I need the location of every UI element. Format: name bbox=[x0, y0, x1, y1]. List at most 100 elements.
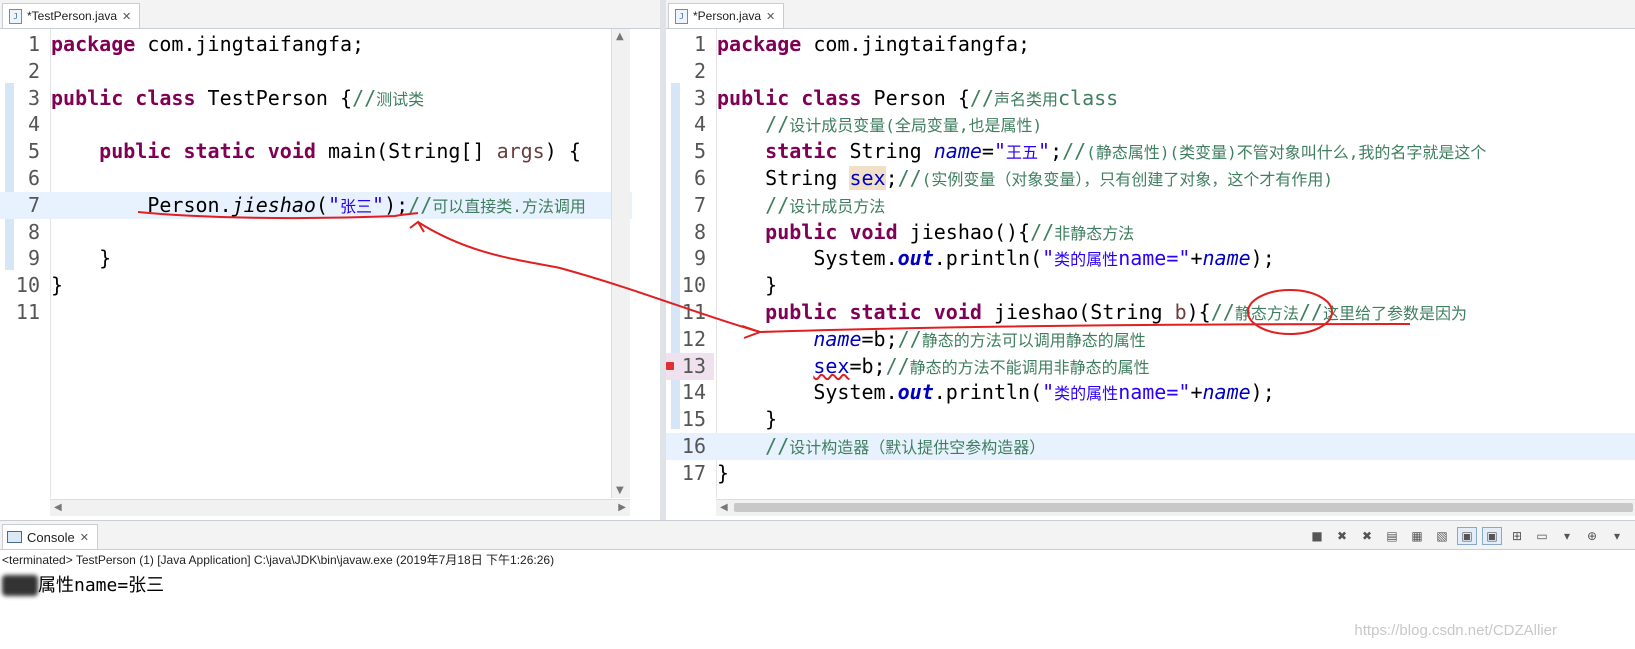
scroll-down-icon[interactable]: ▼ bbox=[616, 485, 624, 496]
code-token: 静态的方法可以调用静态的属性 bbox=[921, 330, 1146, 350]
line-number: 8 bbox=[27, 219, 40, 244]
dropdown-icon[interactable]: ▾ bbox=[1557, 527, 1577, 545]
horizontal-scrollbar[interactable]: ◀ bbox=[716, 499, 1635, 516]
line-number: 5 bbox=[693, 139, 706, 164]
code-area[interactable]: 1 package com.jingtaifangfa; 2 3 public clas… bbox=[666, 29, 1635, 498]
scroll-right-icon[interactable]: ▶ bbox=[618, 502, 626, 513]
code-token: } bbox=[717, 273, 778, 298]
code-line[interactable]: 4 bbox=[0, 111, 632, 138]
code-line[interactable]: 12 name=b;//静态的方法可以调用静态的属性 bbox=[666, 326, 1635, 353]
line-number: 13 bbox=[681, 353, 706, 378]
code-line[interactable]: 6 bbox=[0, 165, 632, 192]
code-token: } bbox=[51, 273, 64, 298]
close-icon[interactable]: ✕ bbox=[122, 10, 131, 23]
clear-console-icon[interactable]: ▤ bbox=[1382, 527, 1402, 545]
code-line[interactable]: 11 bbox=[0, 299, 632, 326]
code-line[interactable]: 9 System.out.println("类的属性name="+name); bbox=[666, 245, 1635, 272]
tab-person-java[interactable]: J *Person.java ✕ bbox=[668, 3, 785, 28]
right-editor-pane: J *Person.java ✕ 1 package com.jingtaifan… bbox=[666, 0, 1635, 520]
code-line[interactable]: 10} bbox=[0, 272, 632, 299]
code-token: public bbox=[765, 300, 838, 324]
close-icon[interactable]: ✕ bbox=[766, 10, 775, 23]
code-token: // bbox=[765, 192, 790, 217]
line-number: 16 bbox=[681, 434, 706, 458]
code-line[interactable]: 7 //设计成员方法 bbox=[666, 192, 1635, 219]
scroll-left-icon[interactable]: ◀ bbox=[720, 502, 728, 513]
code-token: public bbox=[51, 85, 124, 110]
line-number: 3 bbox=[693, 85, 706, 110]
code-line[interactable]: 9 } bbox=[0, 245, 632, 272]
code-line[interactable]: 13 sex=b;//静态的方法不能调用非静态的属性 bbox=[666, 352, 1635, 380]
code-token: // bbox=[1210, 300, 1235, 324]
code-token: 测试类 bbox=[376, 89, 425, 109]
scroll-up-icon[interactable]: ▲ bbox=[616, 31, 624, 42]
code-line[interactable]: 1 package com.jingtaifangfa; bbox=[666, 31, 1635, 58]
open-console-icon[interactable]: ⊕ bbox=[1582, 527, 1602, 545]
remove-launch-icon[interactable]: ✖ bbox=[1332, 527, 1352, 545]
console-tab-label: Console bbox=[27, 529, 75, 545]
code-text: Person.jieshao("张三");//可以直接类.方法调用 bbox=[51, 192, 586, 220]
code-line[interactable]: 3 public class TestPerson {//测试类 bbox=[0, 85, 632, 112]
view-menu-icon[interactable]: ▾ bbox=[1607, 527, 1627, 545]
word-wrap-icon[interactable]: ▧ bbox=[1432, 527, 1452, 545]
code-area[interactable]: 1 package com.jingtaifangfa; 2 3 public clas… bbox=[0, 29, 632, 498]
code-line[interactable]: 16 //设计构造器（默认提供空参构造器） bbox=[666, 433, 1635, 460]
console-view: Console ✕ ■ ✖ ✖ ▤ ▦ ▧ ▣ ▣ ⊞ ▭ ▾ ⊕ ▾ <ter… bbox=[0, 520, 1635, 649]
code-line[interactable]: 10 } bbox=[666, 272, 1635, 299]
pin-console-icon[interactable]: ⊞ bbox=[1507, 527, 1527, 545]
code-line[interactable]: 11 public static void jieshao(String b){… bbox=[666, 299, 1635, 326]
code-line[interactable]: 7 Person.jieshao("张三");//可以直接类.方法调用 bbox=[0, 191, 632, 220]
code-line[interactable]: 14 System.out.println("类的属性name="+name); bbox=[666, 379, 1635, 406]
tab-testperson-java[interactable]: J *TestPerson.java ✕ bbox=[2, 3, 141, 28]
right-code-editor[interactable]: 1 package com.jingtaifangfa; 2 3 public clas… bbox=[666, 29, 1635, 498]
show-on-stdout-icon[interactable]: ▣ bbox=[1457, 527, 1477, 545]
console-output: 类的属性name=张三 bbox=[2, 571, 164, 597]
error-marker-icon[interactable] bbox=[666, 361, 674, 370]
code-text: name=b;//静态的方法可以调用静态的属性 bbox=[717, 326, 1146, 354]
show-on-stderr-icon[interactable]: ▣ bbox=[1482, 527, 1502, 545]
code-token: package bbox=[717, 32, 802, 56]
code-token: " bbox=[1042, 246, 1055, 271]
horizontal-scrollbar[interactable]: ◀ ▶ bbox=[50, 499, 630, 516]
code-line[interactable]: 2 bbox=[0, 58, 632, 85]
code-line[interactable]: 8 public void jieshao(){//非静态方法 bbox=[666, 219, 1635, 246]
console-icon bbox=[7, 531, 22, 543]
code-token: ; bbox=[885, 166, 898, 190]
remove-all-launches-icon[interactable]: ✖ bbox=[1357, 527, 1377, 545]
code-line[interactable]: 4 //设计成员变量(全局变量,也是属性) bbox=[666, 111, 1635, 138]
code-line[interactable]: 1 package com.jingtaifangfa; bbox=[0, 31, 632, 58]
terminate-icon[interactable]: ■ bbox=[1307, 527, 1327, 545]
code-line[interactable]: 17} bbox=[666, 460, 1635, 487]
display-console-icon[interactable]: ▭ bbox=[1532, 527, 1552, 545]
close-icon[interactable]: ✕ bbox=[80, 531, 89, 544]
code-line[interactable]: 2 bbox=[666, 58, 1635, 85]
scroll-left-icon[interactable]: ◀ bbox=[54, 502, 62, 513]
code-token: 类的属性 bbox=[1054, 384, 1119, 404]
code-token: public bbox=[99, 139, 172, 164]
code-line[interactable]: 15 } bbox=[666, 406, 1635, 433]
code-token: // bbox=[969, 85, 994, 110]
code-token: 设计成员变量(全局变量,也是属性) bbox=[789, 116, 1043, 136]
code-line[interactable]: 8 bbox=[0, 219, 632, 246]
left-code-editor[interactable]: 1 package com.jingtaifangfa; 2 3 public clas… bbox=[0, 29, 632, 498]
vertical-scrollbar[interactable]: ▲ ▼ bbox=[611, 29, 630, 498]
code-line[interactable]: 6 String sex;//(实例变量（对象变量），只有创建了对象，这个才有作… bbox=[666, 165, 1635, 192]
scroll-thumb[interactable] bbox=[734, 503, 1633, 512]
code-text: } bbox=[717, 406, 777, 433]
line-number: 7 bbox=[27, 192, 40, 217]
code-token: sex bbox=[849, 166, 886, 190]
code-token: 可以直接类.方法调用 bbox=[432, 196, 586, 216]
code-token: // bbox=[352, 85, 377, 110]
code-token: public bbox=[765, 219, 838, 244]
tab-console[interactable]: Console ✕ bbox=[2, 524, 98, 549]
scroll-lock-icon[interactable]: ▦ bbox=[1407, 527, 1427, 545]
code-line[interactable]: 5 static String name="王五";//(静态属性)(类变量)不… bbox=[666, 138, 1635, 165]
code-line[interactable]: 3 public class Person {//声名类用class bbox=[666, 85, 1635, 112]
code-token: // bbox=[765, 434, 790, 458]
code-line[interactable]: 5 public static void main(String[] args)… bbox=[0, 138, 632, 165]
code-token: name bbox=[813, 326, 862, 351]
